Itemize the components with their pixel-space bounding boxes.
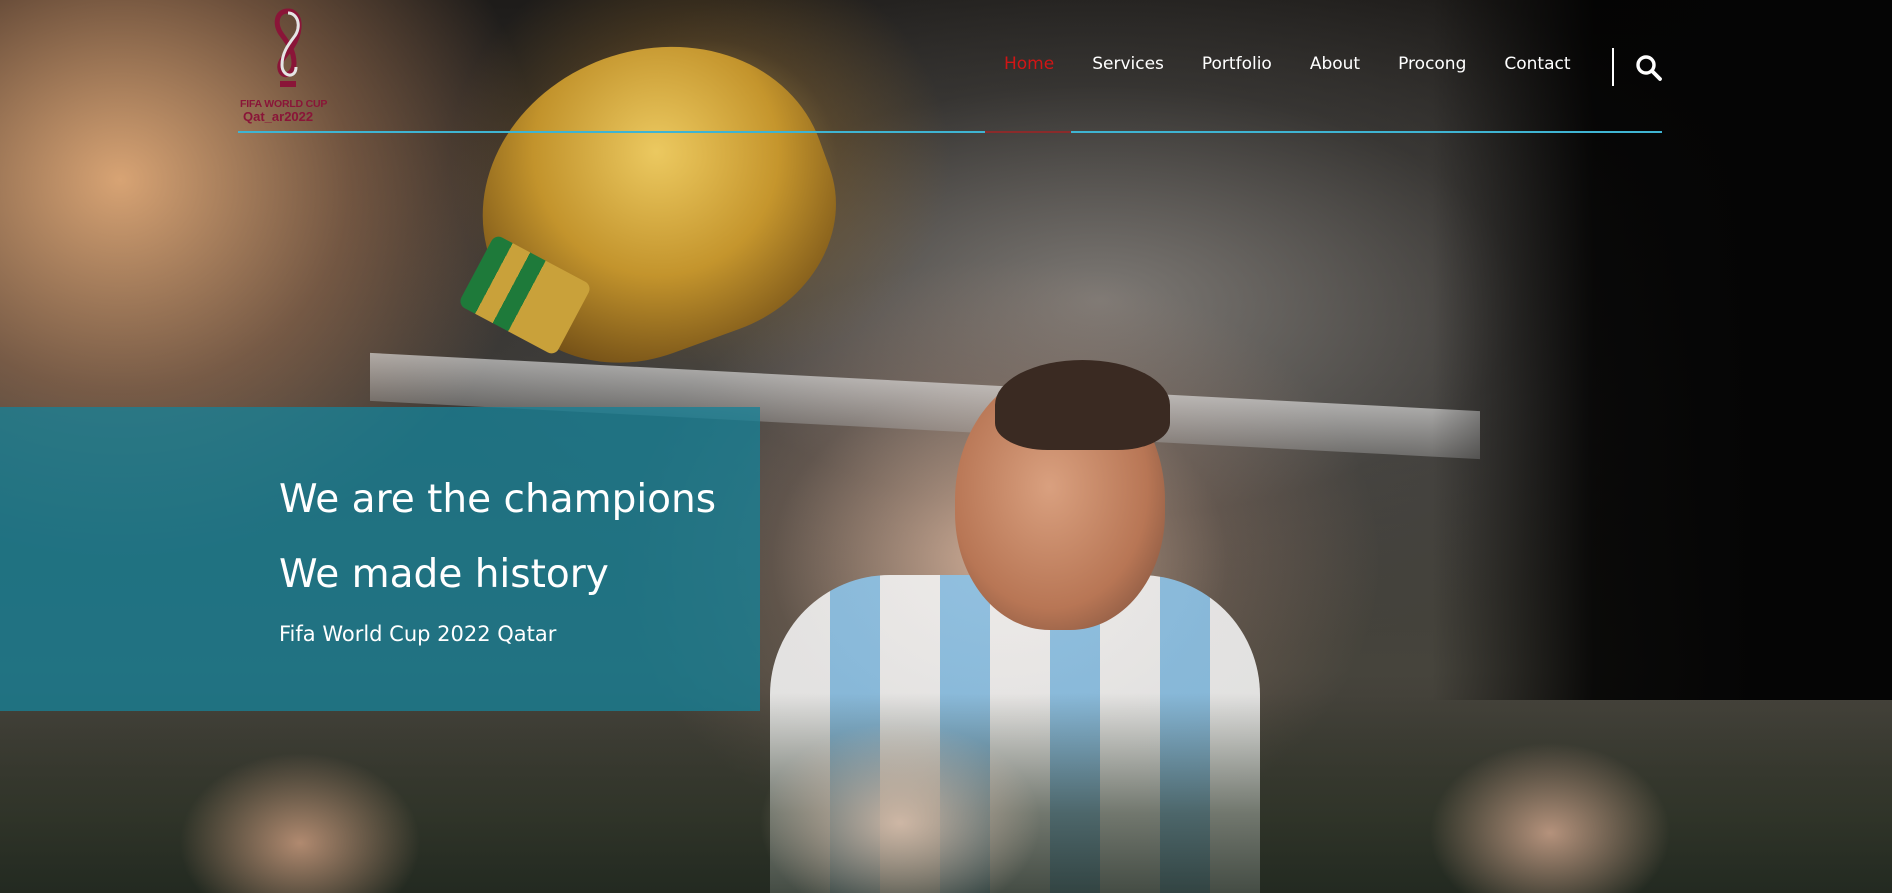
hero-caption-box: We are the champions We made history Fif… (0, 407, 760, 711)
main-nav: Home Services Portfolio About Procong Co… (1004, 54, 1571, 74)
logo-text-bottom: Qat_ar2022 (243, 109, 314, 124)
active-nav-indicator (985, 131, 1071, 133)
search-icon (1636, 55, 1662, 81)
site-header: FIFA WORLD CUP Qat_ar2022 Home Services … (238, 0, 1662, 134)
hero-subtitle: We made history (279, 552, 609, 597)
search-button[interactable] (1635, 54, 1663, 82)
nav-divider (1612, 48, 1614, 86)
player-hair (995, 360, 1170, 450)
page: FIFA WORLD CUP Qat_ar2022 Home Services … (0, 0, 1892, 893)
hero-tagline: Fifa World Cup 2022 Qatar (279, 622, 557, 646)
nav-item-portfolio[interactable]: Portfolio (1202, 54, 1272, 74)
site-logo[interactable]: FIFA WORLD CUP Qat_ar2022 (238, 5, 338, 130)
nav-item-home[interactable]: Home (1004, 54, 1054, 74)
nav-item-contact[interactable]: Contact (1504, 54, 1570, 74)
crowd (0, 693, 1892, 893)
hero-title: We are the champions (279, 477, 717, 522)
nav-item-about[interactable]: About (1310, 54, 1360, 74)
nav-item-procong[interactable]: Procong (1398, 54, 1466, 74)
world-cup-emblem-icon (274, 8, 302, 87)
header-underline (238, 131, 1662, 133)
nav-item-services[interactable]: Services (1092, 54, 1164, 74)
